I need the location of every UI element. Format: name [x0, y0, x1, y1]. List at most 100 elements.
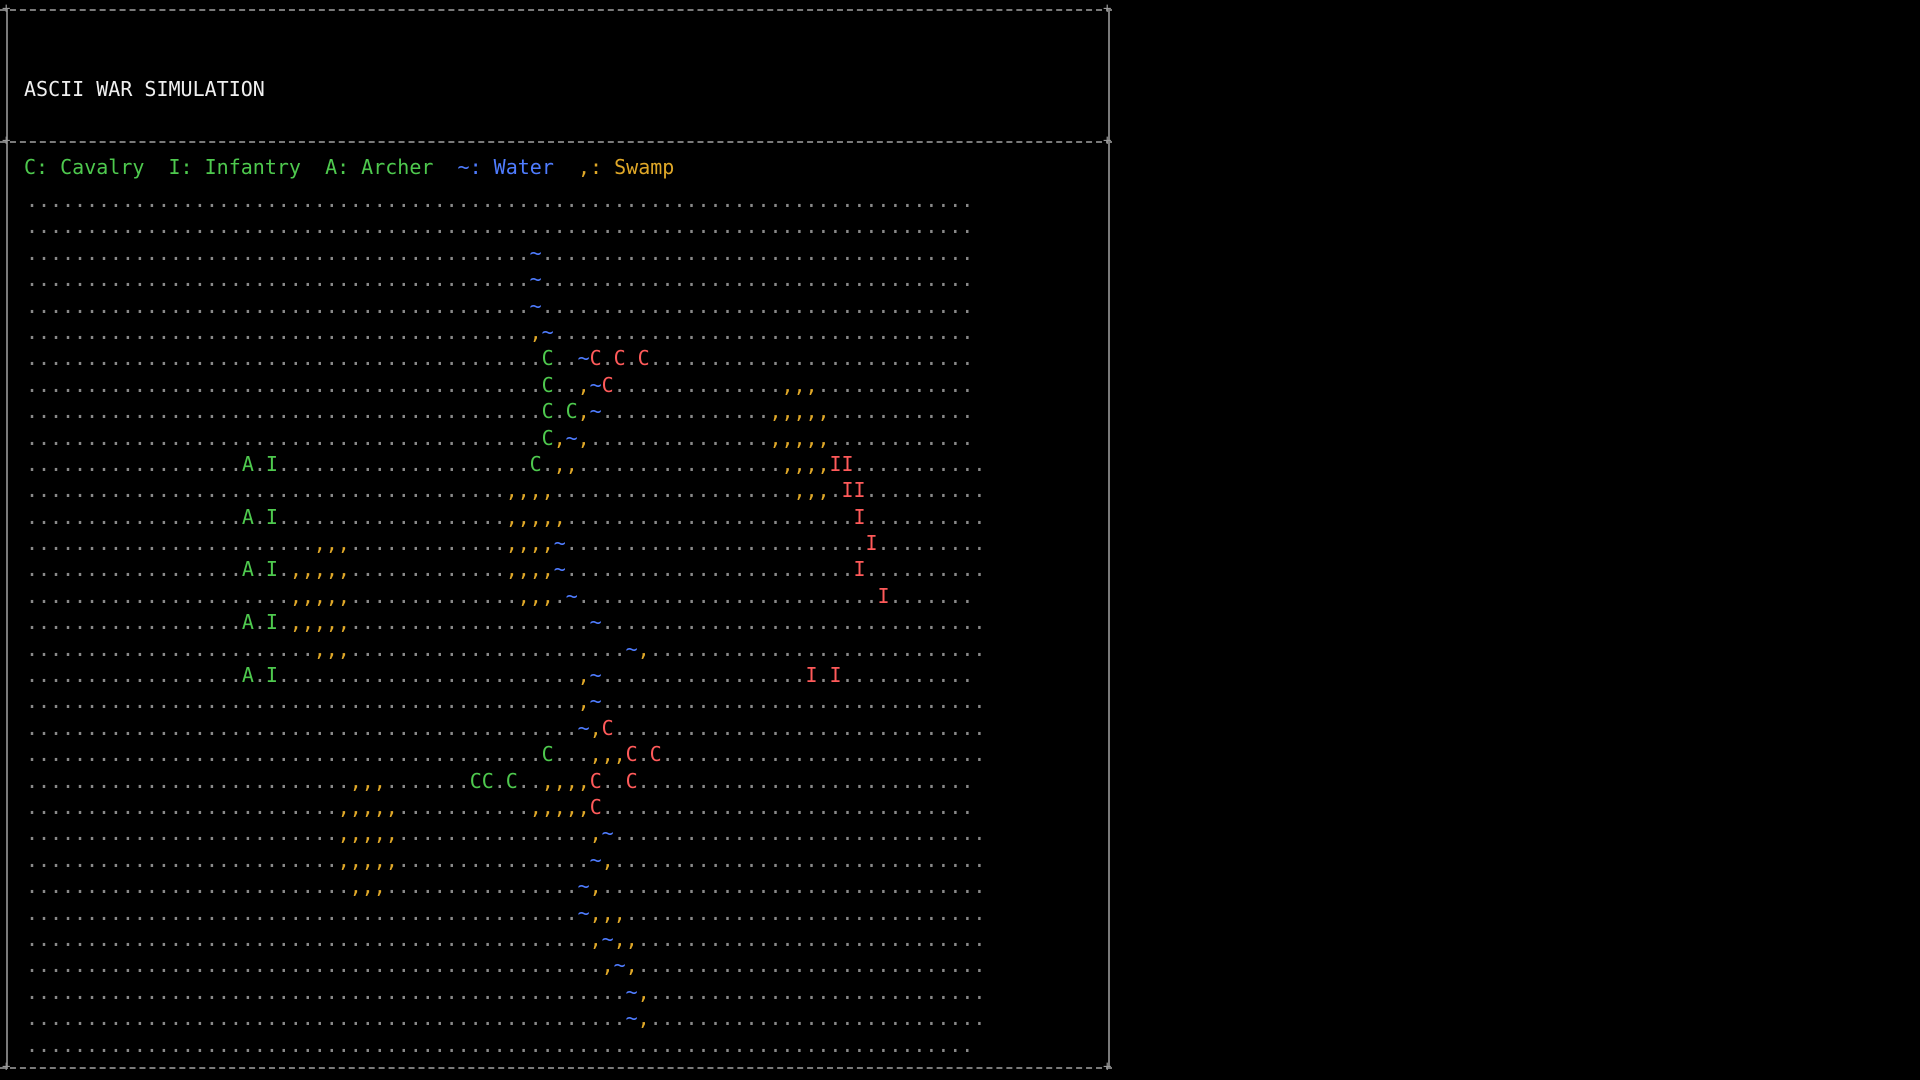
- swamp-tile: ,: [805, 478, 818, 503]
- map-row: ........................................…: [26, 319, 1091, 345]
- swamp-tile: ,: [361, 874, 374, 899]
- archer-unit-green: A: [241, 451, 254, 476]
- water-tile: ~: [589, 610, 602, 635]
- water-tile: ~: [613, 953, 626, 978]
- corner-bottom-right: +: [1103, 1059, 1112, 1075]
- swamp-tile: ,: [817, 451, 830, 476]
- water-tile: ~: [529, 240, 542, 265]
- swamp-tile: ,: [517, 583, 530, 608]
- ground-tiles: .....................: [277, 451, 530, 476]
- swamp-tile: ,: [529, 478, 542, 503]
- swamp-tile: ,: [337, 531, 350, 556]
- swamp-tile: ,: [337, 636, 350, 661]
- ground-tiles: ...........: [397, 794, 530, 819]
- swamp-tile: ,: [565, 768, 578, 793]
- right-border: [1108, 9, 1110, 1069]
- swamp-tile: ,: [781, 425, 794, 450]
- ground-tiles: ........................................…: [26, 319, 530, 344]
- swamp-tile: ,: [301, 610, 314, 635]
- swamp-tile: ,: [805, 451, 818, 476]
- swamp-tile: ,: [589, 821, 602, 846]
- swamp-tile: ,: [337, 583, 350, 608]
- infantry-unit-red: I: [865, 531, 878, 556]
- ground-tiles: ..........................: [26, 821, 338, 846]
- swamp-tile: ,: [565, 451, 578, 476]
- swamp-tile: ,: [361, 821, 374, 846]
- swamp-tile: ,: [817, 399, 830, 424]
- legend-archer: A: Archer: [325, 155, 434, 179]
- cavalry-unit-green: C: [541, 742, 554, 767]
- ground-tiles: ................................: [601, 874, 986, 899]
- swamp-tile: ,: [601, 742, 614, 767]
- ground-tiles: .........: [877, 531, 986, 556]
- swamp-tile: ,: [373, 874, 386, 899]
- cavalry-unit-red: C: [613, 346, 626, 371]
- ground-tiles: ........................................: [26, 478, 506, 503]
- water-tile: ~: [601, 926, 614, 951]
- map-row: ........................................…: [26, 240, 1091, 266]
- ground-tiles: ...............................: [613, 715, 986, 740]
- terminal-window: + + + + + + ASCII WAR SIMULATION C: Cava…: [0, 0, 1920, 1080]
- swamp-tile: ,: [385, 821, 398, 846]
- ground-tiles: ............: [829, 425, 974, 450]
- ground-tiles: ........................: [565, 504, 854, 529]
- corner-bottom-left: +: [2, 1059, 11, 1075]
- swamp-tile: ,: [289, 610, 302, 635]
- swamp-tile: ,: [613, 742, 626, 767]
- cavalry-unit-green: C: [529, 451, 542, 476]
- ground-tiles: ........................................…: [26, 188, 974, 212]
- swamp-tile: ,: [805, 425, 818, 450]
- infantry-unit-red: I: [841, 451, 854, 476]
- map-row: ........................,,,.............…: [26, 530, 1091, 556]
- water-tile: ~: [589, 847, 602, 872]
- ground-tiles: .........................: [577, 583, 878, 608]
- ground-tiles: ................: [385, 874, 578, 899]
- infantry-unit-green: I: [265, 451, 278, 476]
- ground-tiles: ...........................: [26, 768, 350, 793]
- swamp-tile: ,: [349, 768, 362, 793]
- swamp-tile: ,: [793, 478, 806, 503]
- swamp-tile: ,: [529, 557, 542, 582]
- swamp-tile: ,: [589, 874, 602, 899]
- map-row: ..................A.I...................…: [26, 451, 1091, 477]
- ground-tiles: ....................................: [541, 240, 974, 265]
- swamp-tile: ,: [385, 847, 398, 872]
- water-tile: ~: [589, 372, 602, 397]
- ground-tiles: ........................: [565, 557, 854, 582]
- ground-tiles: .: [253, 557, 266, 582]
- swamp-tile: ,: [373, 768, 386, 793]
- ground-tiles: ...........................: [661, 742, 986, 767]
- water-tile: ~: [553, 531, 566, 556]
- water-tile: ~: [565, 583, 578, 608]
- infantry-unit-green: I: [265, 663, 278, 688]
- map-row: ...........................,,,.......CC.…: [26, 768, 1091, 794]
- map-row: ..................A.I.,,,,,.............…: [26, 609, 1091, 635]
- ground-tiles: ..........................: [26, 847, 338, 872]
- swamp-tile: ,: [577, 399, 590, 424]
- ground-tiles: ................................: [601, 689, 986, 714]
- ground-tiles: ..........: [865, 557, 986, 582]
- map-row: ........................................…: [26, 952, 1091, 978]
- archer-unit-green: A: [241, 610, 254, 635]
- swamp-tile: ,: [349, 847, 362, 872]
- legend-swamp-key: ,:: [577, 155, 603, 179]
- water-tile: ~: [589, 399, 602, 424]
- ground-tiles: .............: [349, 557, 506, 582]
- swamp-tile: ,: [313, 583, 326, 608]
- swamp-tile: ,: [517, 531, 530, 556]
- ground-tiles: ..: [601, 768, 626, 793]
- map-row: ........................................…: [26, 187, 1091, 213]
- cavalry-unit-red: C: [625, 768, 638, 793]
- swamp-tile: ,: [589, 715, 602, 740]
- ground-tiles: .................: [577, 451, 782, 476]
- cavalry-unit-green: C: [565, 399, 578, 424]
- swamp-tile: ,: [529, 504, 542, 529]
- swamp-tile: ,: [373, 794, 386, 819]
- swamp-tile: ,: [805, 372, 818, 397]
- swamp-tile: ,: [361, 794, 374, 819]
- map-row: ..................A.I...................…: [26, 662, 1091, 688]
- swamp-tile: ,: [553, 504, 566, 529]
- ground-tiles: .: [553, 399, 566, 424]
- ground-tiles: .: [277, 610, 290, 635]
- swamp-tile: ,: [577, 372, 590, 397]
